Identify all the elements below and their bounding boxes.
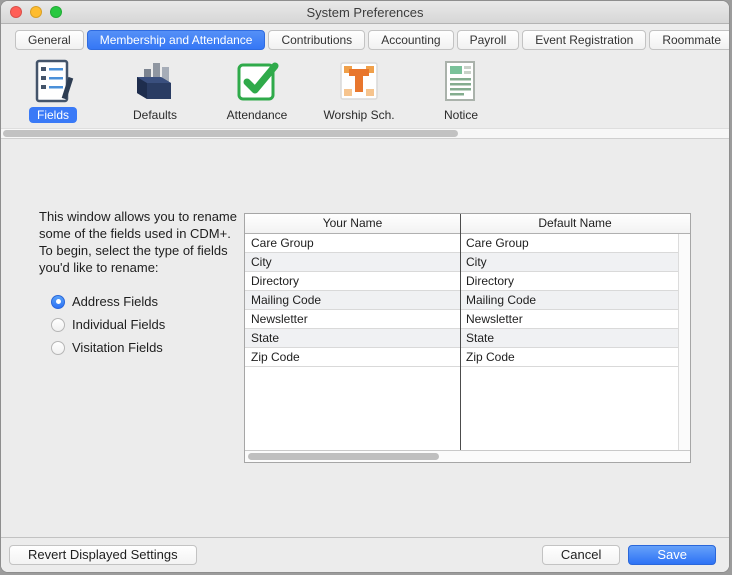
window-title: System Preferences bbox=[1, 5, 729, 20]
worship-schedule-icon bbox=[335, 57, 383, 105]
tab-bar: GeneralMembership and AttendanceContribu… bbox=[1, 24, 729, 52]
table-row[interactable]: Zip CodeZip Code bbox=[245, 348, 678, 367]
fields-table: Your NameDefault Name Care GroupCare Gro… bbox=[244, 213, 691, 463]
minimize-button[interactable] bbox=[30, 6, 42, 18]
table-row[interactable]: Mailing CodeMailing Code bbox=[245, 291, 678, 310]
zoom-button[interactable] bbox=[50, 6, 62, 18]
toolbar-item-label: Worship Sch. bbox=[315, 107, 402, 123]
radio-address-fields[interactable]: Address Fields bbox=[51, 294, 165, 309]
your-name-cell[interactable]: Care Group bbox=[245, 234, 460, 252]
your-name-cell[interactable]: Newsletter bbox=[245, 310, 460, 328]
tab-general[interactable]: General bbox=[15, 30, 84, 50]
column-header-your-name[interactable]: Your Name bbox=[245, 214, 460, 233]
default-name-cell: State bbox=[460, 329, 678, 347]
table-horizontal-scrollbar-thumb[interactable] bbox=[248, 453, 439, 460]
close-button[interactable] bbox=[10, 6, 22, 18]
field-type-radio-group: Address Fields Individual Fields Visitatio… bbox=[51, 294, 165, 355]
preferences-toolbar: Fields Defaults Attendance Worship Sch. Noti… bbox=[1, 52, 729, 128]
toolbar-item-attendance[interactable]: Attendance bbox=[219, 57, 295, 123]
table-row[interactable]: Care GroupCare Group bbox=[245, 234, 678, 253]
defaults-icon bbox=[131, 57, 179, 105]
footer-bar: Revert Displayed Settings Cancel Save bbox=[1, 537, 729, 572]
toolbar-scrollbar[interactable] bbox=[1, 128, 729, 139]
your-name-cell[interactable]: Zip Code bbox=[245, 348, 460, 366]
radio-individual-fields[interactable]: Individual Fields bbox=[51, 317, 165, 332]
table-horizontal-scrollbar[interactable] bbox=[245, 450, 690, 462]
window-controls bbox=[10, 6, 62, 18]
toolbar-item-label: Attendance bbox=[219, 107, 296, 123]
default-name-cell: Directory bbox=[460, 272, 678, 290]
radio-visitation-fields[interactable]: Visitation Fields bbox=[51, 340, 165, 355]
save-button[interactable]: Save bbox=[628, 545, 716, 565]
tab-membership-and-attendance[interactable]: Membership and Attendance bbox=[87, 30, 266, 50]
toolbar-item-label: Notice bbox=[436, 107, 486, 123]
fields-pane: This window allows you to rename some of… bbox=[1, 139, 729, 537]
default-name-cell: Newsletter bbox=[460, 310, 678, 328]
tab-payroll[interactable]: Payroll bbox=[457, 30, 520, 50]
tab-roommate[interactable]: Roommate bbox=[649, 30, 730, 50]
radio-button-icon[interactable] bbox=[51, 318, 65, 332]
title-bar[interactable]: System Preferences bbox=[1, 1, 729, 24]
radio-button-icon[interactable] bbox=[51, 341, 65, 355]
toolbar-item-label: Fields bbox=[29, 107, 77, 123]
fields-table-body: Care GroupCare GroupCityCityDirectoryDir… bbox=[245, 234, 678, 450]
fields-icon bbox=[29, 57, 77, 105]
table-vertical-scrollbar[interactable] bbox=[678, 234, 690, 450]
default-name-cell: Mailing Code bbox=[460, 291, 678, 309]
toolbar-scrollbar-thumb[interactable] bbox=[3, 130, 458, 137]
toolbar-item-worship-sch[interactable]: Worship Sch. bbox=[321, 57, 397, 123]
radio-button-icon[interactable] bbox=[51, 295, 65, 309]
your-name-cell[interactable]: State bbox=[245, 329, 460, 347]
tab-event-registration[interactable]: Event Registration bbox=[522, 30, 646, 50]
default-name-cell: Zip Code bbox=[460, 348, 678, 366]
attendance-icon bbox=[233, 57, 281, 105]
tab-accounting[interactable]: Accounting bbox=[368, 30, 453, 50]
tab-contributions[interactable]: Contributions bbox=[268, 30, 365, 50]
cancel-button[interactable]: Cancel bbox=[542, 545, 620, 565]
your-name-cell[interactable]: Mailing Code bbox=[245, 291, 460, 309]
radio-label: Individual Fields bbox=[72, 317, 165, 332]
default-name-cell: City bbox=[460, 253, 678, 271]
your-name-cell[interactable]: City bbox=[245, 253, 460, 271]
fields-table-header: Your NameDefault Name bbox=[245, 214, 690, 234]
table-row[interactable]: CityCity bbox=[245, 253, 678, 272]
system-preferences-window: System Preferences GeneralMembership and… bbox=[0, 0, 730, 573]
pane-description: This window allows you to rename some of… bbox=[39, 209, 237, 277]
your-name-cell[interactable]: Directory bbox=[245, 272, 460, 290]
toolbar-item-fields[interactable]: Fields bbox=[15, 57, 91, 123]
default-name-cell: Care Group bbox=[460, 234, 678, 252]
table-row[interactable]: StateState bbox=[245, 329, 678, 348]
toolbar-item-label: Defaults bbox=[125, 107, 185, 123]
column-divider bbox=[460, 214, 461, 450]
radio-label: Address Fields bbox=[72, 294, 158, 309]
radio-label: Visitation Fields bbox=[72, 340, 163, 355]
column-header-default-name[interactable]: Default Name bbox=[460, 214, 690, 233]
toolbar-item-notice[interactable]: Notice bbox=[423, 57, 499, 123]
table-row[interactable]: DirectoryDirectory bbox=[245, 272, 678, 291]
notice-icon bbox=[437, 57, 485, 105]
toolbar-item-defaults[interactable]: Defaults bbox=[117, 57, 193, 123]
revert-displayed-settings-button[interactable]: Revert Displayed Settings bbox=[9, 545, 197, 565]
table-row[interactable]: NewsletterNewsletter bbox=[245, 310, 678, 329]
